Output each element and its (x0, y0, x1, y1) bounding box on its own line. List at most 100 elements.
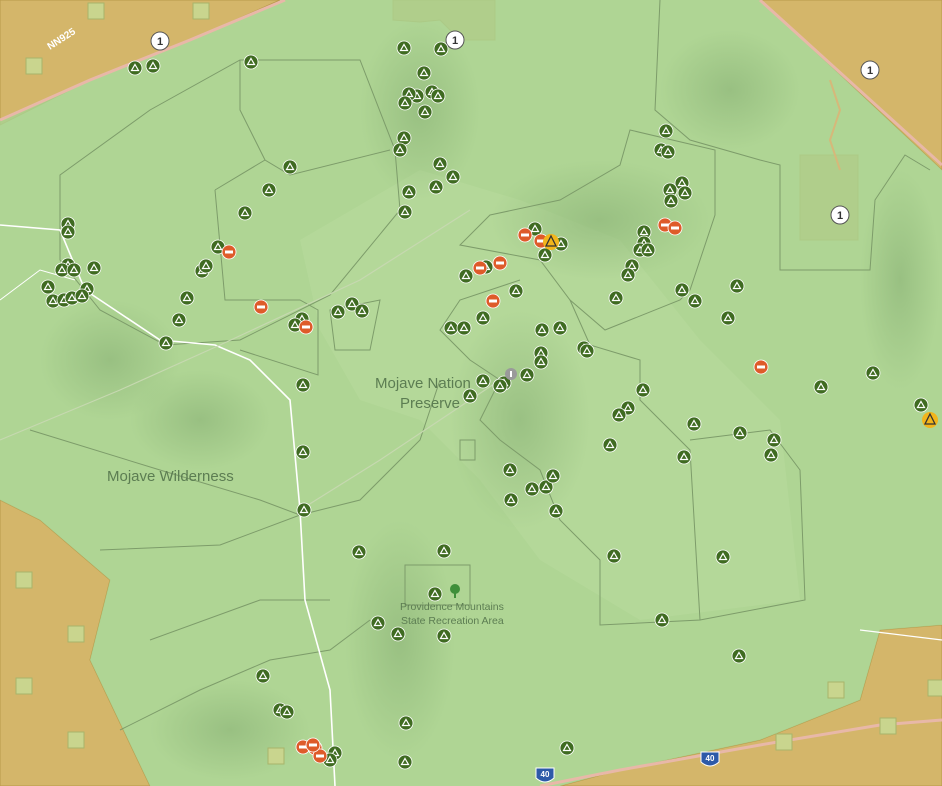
campsite-icon[interactable] (436, 543, 452, 559)
campsite-icon[interactable] (658, 123, 674, 139)
viewpoint-icon[interactable] (517, 227, 533, 243)
campsite-icon[interactable] (237, 205, 253, 221)
campsite-icon[interactable] (397, 754, 413, 770)
campsite-icon[interactable] (397, 95, 413, 111)
campsite-icon[interactable] (462, 388, 478, 404)
campsite-icon[interactable] (503, 492, 519, 508)
campsite-icon[interactable] (390, 626, 406, 642)
viewpoint-icon[interactable] (305, 737, 321, 753)
campsite-icon[interactable] (295, 377, 311, 393)
campsite-icon[interactable] (243, 54, 259, 70)
campsite-icon[interactable] (766, 432, 782, 448)
viewpoint-icon[interactable] (753, 359, 769, 375)
campsite-icon[interactable] (86, 260, 102, 276)
campsite-icon[interactable] (432, 156, 448, 172)
campsite-icon[interactable] (295, 444, 311, 460)
campsite-icon[interactable] (171, 312, 187, 328)
campsite-icon[interactable] (198, 258, 214, 274)
campsite-icon[interactable] (508, 283, 524, 299)
campsite-icon[interactable] (40, 279, 56, 295)
info-icon[interactable] (505, 368, 517, 380)
campsite-icon[interactable] (351, 544, 367, 560)
viewpoint-icon[interactable] (221, 244, 237, 260)
warning-icon[interactable] (543, 234, 559, 250)
campsite-icon[interactable] (502, 462, 518, 478)
campsite-icon[interactable] (127, 60, 143, 76)
route-shield[interactable]: 1 (860, 60, 880, 80)
interstate-shield[interactable]: 40 (535, 767, 555, 783)
campsite-icon[interactable] (537, 247, 553, 263)
campsite-icon[interactable] (635, 382, 651, 398)
campsite-icon[interactable] (417, 104, 433, 120)
campsite-icon[interactable] (548, 503, 564, 519)
campsite-icon[interactable] (397, 204, 413, 220)
warning-icon[interactable] (922, 412, 938, 428)
campsite-icon[interactable] (731, 648, 747, 664)
campsite-icon[interactable] (392, 142, 408, 158)
campsite-icon[interactable] (74, 288, 90, 304)
campsite-icon[interactable] (677, 185, 693, 201)
campsite-icon[interactable] (443, 320, 459, 336)
campsite-icon[interactable] (279, 704, 295, 720)
campsite-icon[interactable] (534, 322, 550, 338)
viewpoint-icon[interactable] (492, 255, 508, 271)
route-shield[interactable]: 1 (445, 30, 465, 50)
campsite-icon[interactable] (654, 612, 670, 628)
campsite-icon[interactable] (602, 437, 618, 453)
viewpoint-icon[interactable] (298, 319, 314, 335)
campsite-icon[interactable] (282, 159, 298, 175)
campsite-icon[interactable] (763, 447, 779, 463)
viewpoint-icon[interactable] (253, 299, 269, 315)
viewpoint-icon[interactable] (472, 260, 488, 276)
campsite-icon[interactable] (430, 88, 446, 104)
campsite-icon[interactable] (663, 193, 679, 209)
campsite-icon[interactable] (475, 373, 491, 389)
route-shield[interactable]: 1 (830, 205, 850, 225)
campsite-icon[interactable] (475, 310, 491, 326)
campsite-icon[interactable] (354, 303, 370, 319)
campsite-icon[interactable] (145, 58, 161, 74)
interstate-shield[interactable]: 40 (700, 751, 720, 767)
campsite-icon[interactable] (608, 290, 624, 306)
campsite-icon[interactable] (686, 416, 702, 432)
campsite-icon[interactable] (396, 40, 412, 56)
campsite-icon[interactable] (545, 468, 561, 484)
campsite-icon[interactable] (674, 282, 690, 298)
campsite-icon[interactable] (559, 740, 575, 756)
campsite-icon[interactable] (865, 365, 881, 381)
campsite-icon[interactable] (533, 354, 549, 370)
campsite-icon[interactable] (436, 628, 452, 644)
campsite-icon[interactable] (296, 502, 312, 518)
campsite-icon[interactable] (519, 367, 535, 383)
campsite-icon[interactable] (676, 449, 692, 465)
route-shield[interactable]: 1 (150, 31, 170, 51)
campsite-icon[interactable] (687, 293, 703, 309)
viewpoint-icon[interactable] (667, 220, 683, 236)
campsite-icon[interactable] (456, 320, 472, 336)
campsite-icon[interactable] (606, 548, 622, 564)
campsite-icon[interactable] (458, 268, 474, 284)
campsite-icon[interactable] (660, 144, 676, 160)
campsite-icon[interactable] (401, 184, 417, 200)
campsite-icon[interactable] (813, 379, 829, 395)
campsite-icon[interactable] (715, 549, 731, 565)
campsite-icon[interactable] (60, 224, 76, 240)
map-canvas[interactable]: Mojave Nation Preserve Mojave Wilderness… (0, 0, 942, 786)
campsite-icon[interactable] (611, 407, 627, 423)
campsite-icon[interactable] (370, 615, 386, 631)
campsite-icon[interactable] (620, 267, 636, 283)
campsite-icon[interactable] (179, 290, 195, 306)
campsite-icon[interactable] (398, 715, 414, 731)
campsite-icon[interactable] (720, 310, 736, 326)
campsite-icon[interactable] (732, 425, 748, 441)
campsite-icon[interactable] (640, 242, 656, 258)
campsite-icon[interactable] (255, 668, 271, 684)
campsite-icon[interactable] (433, 41, 449, 57)
campsite-icon[interactable] (330, 304, 346, 320)
campsite-icon[interactable] (524, 481, 540, 497)
campsite-icon[interactable] (445, 169, 461, 185)
campsite-icon[interactable] (66, 262, 82, 278)
campsite-icon[interactable] (428, 179, 444, 195)
campsite-icon[interactable] (729, 278, 745, 294)
viewpoint-icon[interactable] (485, 293, 501, 309)
